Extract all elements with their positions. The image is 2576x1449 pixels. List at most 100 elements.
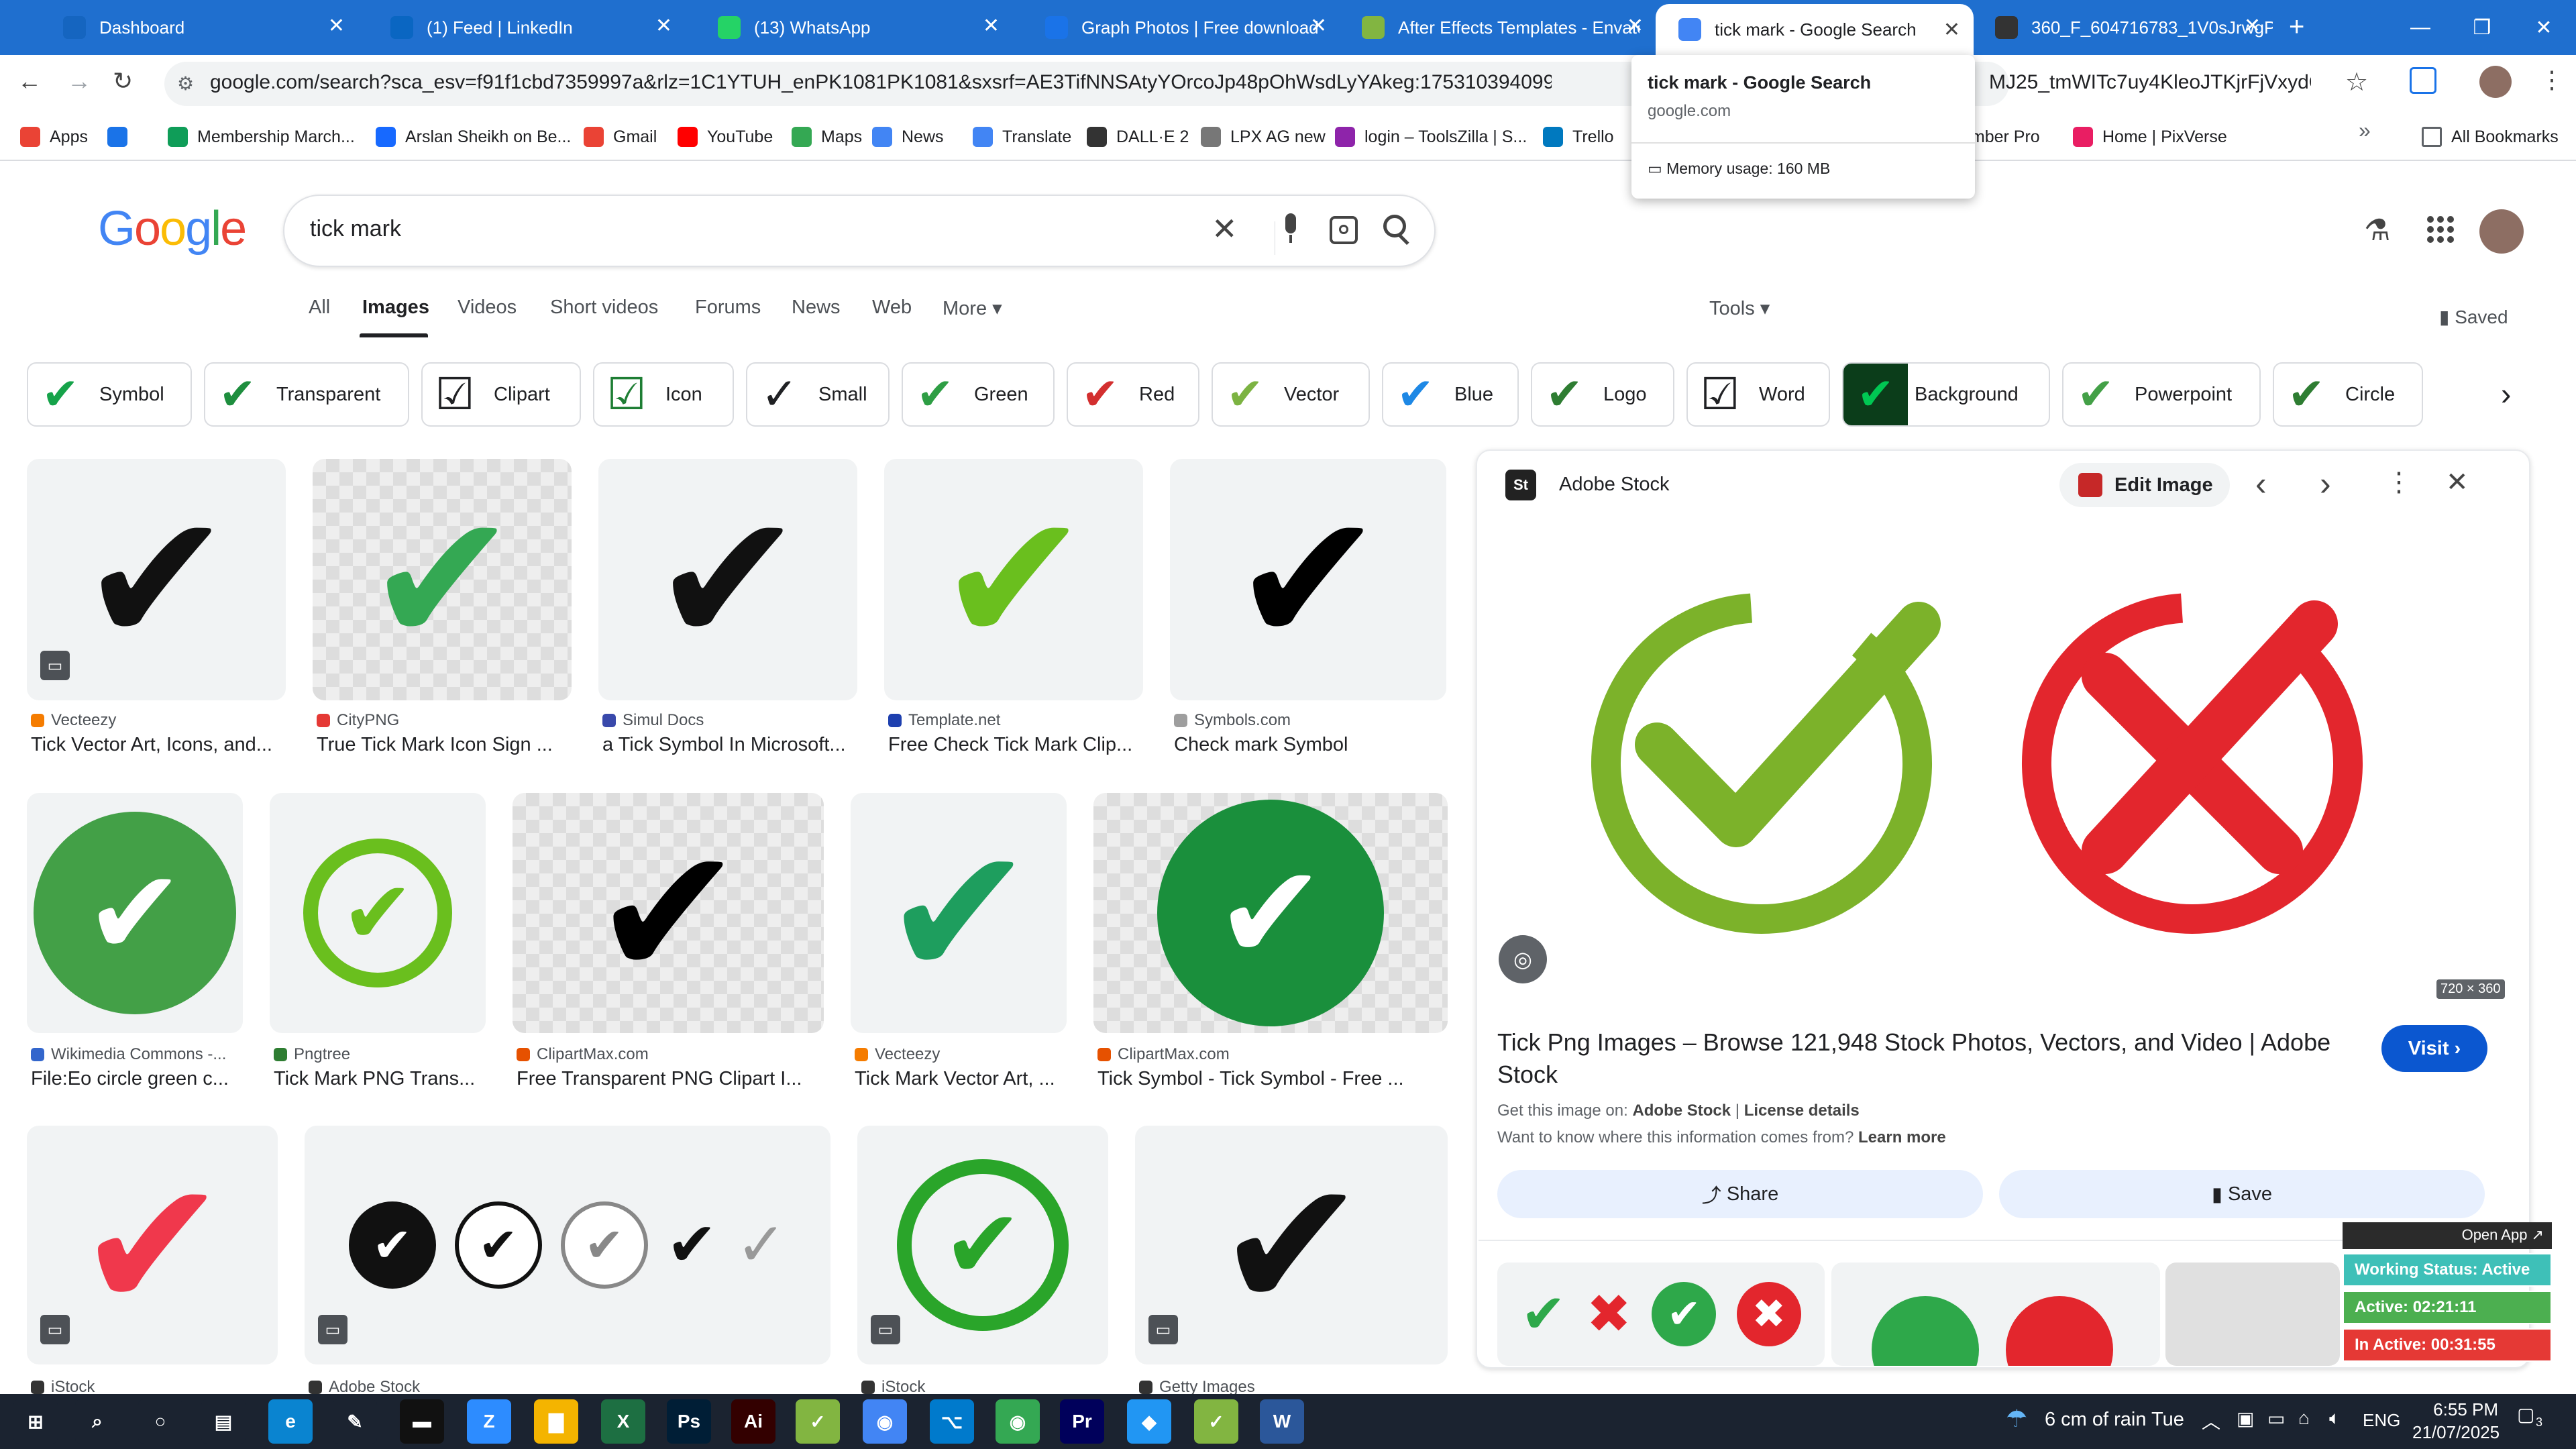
file-explorer-icon[interactable]: ▇ bbox=[534, 1399, 578, 1444]
clock-date[interactable]: 21/07/2025 bbox=[2412, 1422, 2500, 1443]
windows-start-icon[interactable]: ⊞ bbox=[13, 1399, 58, 1444]
browser-tab[interactable]: (13) WhatsApp ✕ bbox=[695, 0, 1013, 55]
image-result[interactable]: ✔ bbox=[27, 793, 243, 1033]
result-source[interactable]: ClipartMax.com bbox=[1097, 1045, 1230, 1064]
cortana-icon[interactable]: ○ bbox=[138, 1399, 182, 1444]
related-image[interactable] bbox=[1831, 1263, 2160, 1366]
result-title[interactable]: Tick Vector Art, Icons, and... bbox=[31, 734, 303, 756]
bookmark-item[interactable]: Home | PixVerse bbox=[2073, 122, 2227, 152]
premiere-icon[interactable]: Pr bbox=[1060, 1399, 1104, 1444]
back-button[interactable]: ← bbox=[17, 67, 42, 95]
photoshop-icon[interactable]: Ps bbox=[667, 1399, 711, 1444]
excel-icon[interactable]: X bbox=[601, 1399, 645, 1444]
image-result[interactable]: ✔ ▭ bbox=[1135, 1126, 1448, 1364]
clear-search-icon[interactable]: ✕ bbox=[1212, 211, 1238, 247]
profile-avatar[interactable] bbox=[2479, 66, 2512, 98]
network-icon[interactable]: ⌂ bbox=[2298, 1407, 2310, 1429]
chips-next-arrow-icon[interactable]: › bbox=[2501, 376, 2511, 412]
more-options-icon[interactable]: ⋮ bbox=[2385, 467, 2412, 498]
bookmark-item[interactable]: News bbox=[872, 122, 944, 152]
forward-button[interactable]: → bbox=[67, 67, 91, 95]
filter-chip[interactable]: ✔ Transparent bbox=[204, 362, 409, 427]
image-result[interactable]: ✔ bbox=[313, 459, 572, 700]
zoom-icon[interactable]: Z bbox=[467, 1399, 511, 1444]
filter-chip[interactable]: ✓ Small bbox=[746, 362, 890, 427]
search-icon[interactable]: ⌕ bbox=[75, 1399, 119, 1444]
minimize-button[interactable]: — bbox=[2390, 0, 2451, 55]
nav-tab-all[interactable]: All bbox=[309, 297, 330, 319]
terminal-icon[interactable]: ▬ bbox=[400, 1399, 444, 1444]
search-box[interactable] bbox=[283, 195, 1436, 267]
edge-icon[interactable]: e bbox=[268, 1399, 313, 1444]
result-source[interactable]: Vecteezy bbox=[31, 711, 116, 730]
browser-tab[interactable]: After Effects Templates - Envato ✕ bbox=[1339, 0, 1657, 55]
volume-icon[interactable]: 🔈︎ bbox=[2329, 1407, 2341, 1430]
url-text-tail[interactable]: MJ25_tmWITc7uy4KleoJTKjrFjVxydQWql2... bbox=[1989, 71, 2311, 94]
url-text[interactable]: google.com/search?sca_esv=f91f1cbd735999… bbox=[210, 71, 1552, 94]
result-title[interactable]: Tick Mark Vector Art, ... bbox=[855, 1068, 1084, 1090]
image-search-icon[interactable] bbox=[1330, 216, 1358, 244]
browser-tab[interactable]: Graph Photos | Free download ✕ bbox=[1022, 0, 1340, 55]
illustrator-icon[interactable]: Ai bbox=[731, 1399, 775, 1444]
image-result[interactable]: ✔ bbox=[598, 459, 857, 700]
result-title[interactable]: Free Transparent PNG Clipart I... bbox=[517, 1068, 841, 1090]
word-icon[interactable]: W bbox=[1260, 1399, 1304, 1444]
google-apps-icon[interactable] bbox=[2427, 216, 2454, 243]
nav-tab-web[interactable]: Web bbox=[872, 297, 912, 319]
filter-chip[interactable]: ✔ Logo bbox=[1531, 362, 1674, 427]
edit-image-button[interactable]: Edit Image bbox=[2059, 463, 2230, 507]
result-source[interactable]: Simul Docs bbox=[602, 711, 704, 730]
bookmark-item[interactable]: login – ToolsZilla | S... bbox=[1335, 122, 1527, 152]
previous-image-icon[interactable]: ‹ bbox=[2255, 464, 2267, 503]
close-tab-icon[interactable]: ✕ bbox=[655, 16, 672, 36]
browser-tab[interactable]: Dashboard ✕ bbox=[40, 0, 358, 55]
close-tab-icon[interactable]: ✕ bbox=[328, 16, 345, 36]
show-hidden-icons[interactable]: ︿ bbox=[2202, 1407, 2220, 1434]
image-result[interactable]: ✔ ▭ bbox=[27, 1126, 278, 1364]
visit-button[interactable]: Visit › bbox=[2381, 1025, 2487, 1072]
result-title[interactable]: Free Check Tick Mark Clip... bbox=[888, 734, 1161, 756]
bookmark-item[interactable]: Gmail bbox=[584, 122, 657, 152]
notifications-icon[interactable]: ▢ 3 bbox=[2517, 1403, 2549, 1436]
get-image-source[interactable]: Adobe Stock bbox=[1632, 1102, 1731, 1120]
image-result[interactable]: ✔ bbox=[1170, 459, 1446, 700]
filter-chip[interactable]: ✔ Powerpoint bbox=[2062, 362, 2261, 427]
display-icon[interactable]: ▭ bbox=[2267, 1407, 2285, 1430]
result-title[interactable]: True Tick Mark Icon Sign ... bbox=[317, 734, 589, 756]
result-title[interactable]: Tick Symbol - Tick Symbol - Free ... bbox=[1097, 1068, 1465, 1090]
language-indicator[interactable]: ENG bbox=[2363, 1410, 2400, 1431]
save-button[interactable]: ▮ Save bbox=[1999, 1170, 2485, 1218]
filter-chip[interactable]: ☑ Clipart bbox=[421, 362, 581, 427]
result-title[interactable]: Tick Mark PNG Trans... bbox=[274, 1068, 503, 1090]
license-details-link[interactable]: License details bbox=[1744, 1102, 1860, 1120]
close-tab-icon[interactable]: ✕ bbox=[1627, 16, 1644, 36]
image-result[interactable]: ✔ bbox=[513, 793, 824, 1033]
bookmark-item[interactable]: Apps bbox=[20, 122, 88, 152]
reload-button[interactable]: ↻ bbox=[113, 67, 133, 95]
filter-chip[interactable]: ✔ Circle bbox=[2273, 362, 2423, 427]
bookmark-item[interactable]: Translate bbox=[973, 122, 1071, 152]
browser-tab[interactable]: tick mark - Google Search ✕ bbox=[1656, 4, 1974, 55]
extensions-icon[interactable] bbox=[2410, 67, 2436, 94]
filter-chip[interactable]: ☑ Icon bbox=[593, 362, 734, 427]
result-title[interactable]: Check mark Symbol bbox=[1174, 734, 1464, 756]
bookmark-star-icon[interactable]: ☆ bbox=[2345, 67, 2368, 97]
related-image[interactable] bbox=[2165, 1263, 2340, 1366]
all-bookmarks-button[interactable]: All Bookmarks bbox=[2422, 122, 2559, 152]
bookmark-item[interactable]: Maps bbox=[792, 122, 862, 152]
image-result[interactable]: ✔ ✔ ✔ ✔ ✓ ▭ bbox=[305, 1126, 830, 1364]
vscode-icon[interactable]: ⌥ bbox=[930, 1399, 974, 1444]
meet-now-icon[interactable]: ▣ bbox=[2237, 1407, 2254, 1430]
filter-chip[interactable]: ✔ Red bbox=[1067, 362, 1199, 427]
nav-tab-forums[interactable]: Forums bbox=[695, 297, 761, 319]
voice-search-icon[interactable] bbox=[1279, 213, 1303, 244]
image-result[interactable]: ✔ ▭ bbox=[27, 459, 286, 700]
open-app-button[interactable]: Open App ↗ bbox=[2343, 1222, 2552, 1249]
preview-image[interactable] bbox=[1509, 523, 2509, 1000]
result-title[interactable]: a Tick Symbol In Microsoft... bbox=[602, 734, 875, 756]
filter-chip[interactable]: ✔ Symbol bbox=[27, 362, 192, 427]
task-view-icon[interactable]: ▤ bbox=[201, 1399, 246, 1444]
weather-icon[interactable]: ☂ bbox=[2006, 1405, 2027, 1433]
browser-menu-icon[interactable]: ⋮ bbox=[2540, 66, 2564, 94]
close-tab-icon[interactable]: ✕ bbox=[1310, 16, 1327, 36]
